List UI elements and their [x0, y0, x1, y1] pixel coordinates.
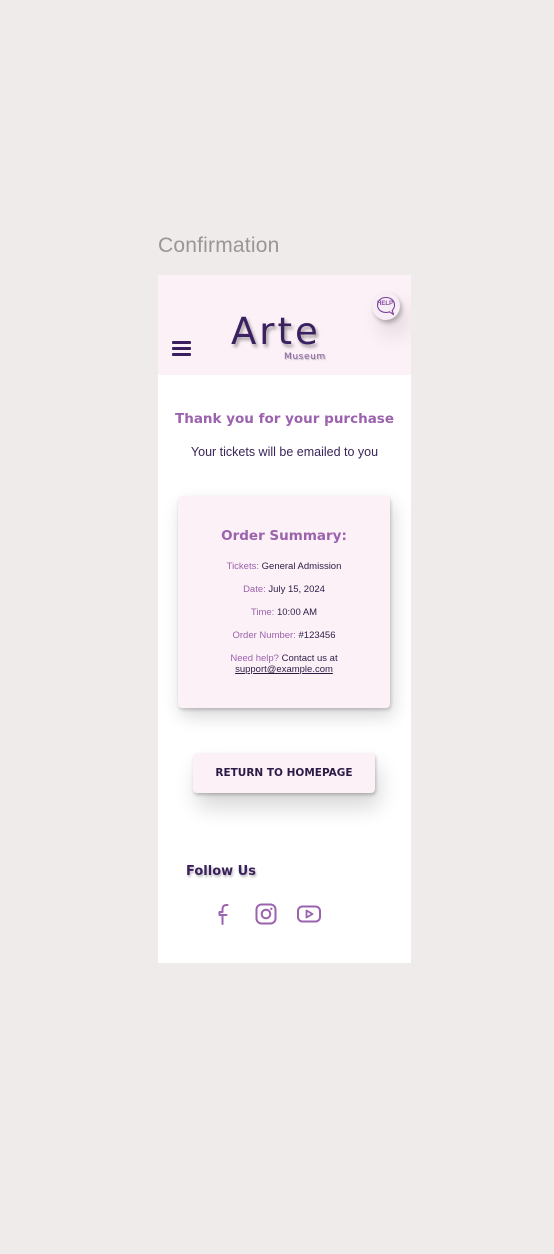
phone-screen: Arte Museum HELP Thank you for your purc… [158, 275, 411, 963]
help-button[interactable]: HELP [372, 292, 400, 320]
hamburger-menu-icon[interactable] [172, 341, 191, 357]
tickets-label: Tickets: [226, 561, 259, 572]
order-summary-title: Order Summary: [221, 528, 347, 544]
order-number-row: Order Number: #123456 [178, 630, 390, 641]
help-label: HELP [376, 301, 393, 307]
time-value: 10:00 AM [276, 607, 318, 618]
order-summary-card: Order Summary: Tickets: General Admissio… [178, 496, 390, 708]
thank-you-heading: Thank you for your purchase [175, 411, 394, 427]
order-number-value: #123456 [298, 630, 336, 641]
logo: Arte [231, 310, 321, 353]
time-row: Time: 10:00 AM [178, 607, 390, 618]
return-to-homepage-button[interactable]: RETURN TO HOMEPAGE [193, 753, 375, 793]
date-label: Date: [243, 584, 266, 595]
frame-title: Confirmation [158, 234, 280, 257]
emailed-message: Your tickets will be emailed to you [190, 445, 379, 459]
contact-text: Contact us at [281, 653, 338, 664]
logo-subtitle: Museum [284, 352, 326, 362]
order-number-label: Order Number: [232, 630, 296, 641]
support-email-link[interactable]: support@example.com [235, 664, 333, 675]
need-help-label: Need help? [230, 653, 279, 664]
follow-us-heading: Follow Us [186, 864, 256, 879]
date-value: July 15, 2024 [268, 584, 325, 595]
facebook-icon[interactable] [214, 901, 234, 927]
instagram-icon[interactable] [254, 901, 278, 927]
date-row: Date: July 15, 2024 [178, 584, 390, 595]
youtube-icon[interactable] [296, 901, 322, 927]
tickets-value: General Admission [261, 561, 342, 572]
help-row: Need help? Contact us at support@example… [178, 653, 390, 675]
header: Arte Museum HELP [158, 275, 411, 375]
time-label: Time: [250, 607, 275, 618]
tickets-row: Tickets: General Admission [178, 561, 390, 572]
